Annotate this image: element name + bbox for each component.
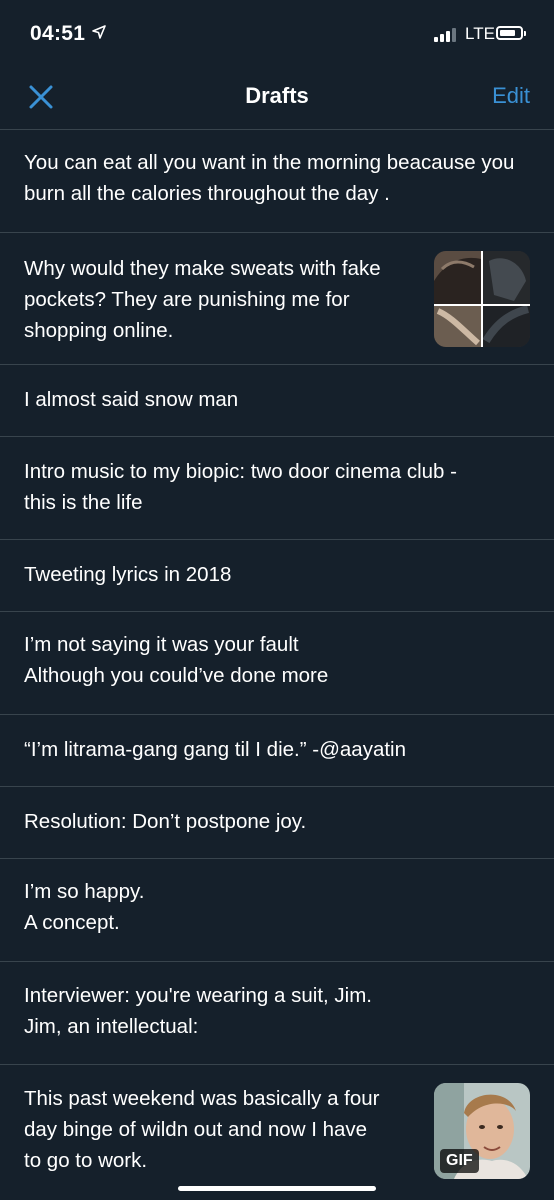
draft-item[interactable]: I’m not saying it was your fault Althoug… bbox=[0, 612, 554, 715]
draft-item[interactable]: Why would they make sweats with fake poc… bbox=[0, 233, 554, 365]
draft-text: Intro music to my biopic: two door cinem… bbox=[24, 460, 457, 514]
status-time: 04:51 bbox=[30, 22, 86, 45]
status-bar: 04:51 LTE bbox=[0, 0, 554, 62]
network-type: LTE bbox=[465, 24, 495, 43]
draft-item[interactable]: I’m so happy. A concept. bbox=[0, 859, 554, 962]
home-indicator[interactable] bbox=[178, 1186, 376, 1191]
draft-item[interactable]: This past weekend was basically a four d… bbox=[0, 1065, 554, 1197]
draft-photo-thumbnail bbox=[434, 251, 530, 347]
draft-gif-thumbnail: GIF bbox=[434, 1083, 530, 1179]
draft-item[interactable]: Intro music to my biopic: two door cinem… bbox=[0, 437, 554, 540]
draft-text: I almost said snow man bbox=[24, 388, 239, 411]
draft-text: Interviewer: you're wearing a suit, Jim.… bbox=[24, 984, 372, 1038]
draft-text: You can eat all you want in the morning … bbox=[24, 151, 515, 205]
draft-item[interactable]: Interviewer: you're wearing a suit, Jim.… bbox=[0, 962, 554, 1065]
draft-text: I’m so happy. A concept. bbox=[24, 880, 145, 934]
page-title: Drafts bbox=[245, 83, 309, 108]
draft-text: Resolution: Don’t postpone joy. bbox=[24, 810, 307, 833]
draft-item[interactable]: You can eat all you want in the morning … bbox=[0, 130, 554, 233]
photo-icon bbox=[434, 251, 530, 347]
drafts-list: You can eat all you want in the morning … bbox=[0, 130, 554, 1197]
signal-bars-icon bbox=[434, 28, 464, 42]
edit-button[interactable]: Edit bbox=[492, 83, 530, 109]
draft-item[interactable]: I almost said snow man bbox=[0, 365, 554, 437]
draft-text: “I’m litrama-gang gang til I die.” -@aay… bbox=[24, 738, 406, 761]
draft-item[interactable]: Resolution: Don’t postpone joy. bbox=[0, 787, 554, 859]
draft-item[interactable]: Tweeting lyrics in 2018 bbox=[0, 540, 554, 612]
location-arrow-icon bbox=[92, 25, 106, 39]
draft-text: I’m not saying it was your fault Althoug… bbox=[24, 633, 329, 687]
draft-item[interactable]: “I’m litrama-gang gang til I die.” -@aay… bbox=[0, 715, 554, 787]
draft-text: Tweeting lyrics in 2018 bbox=[24, 563, 232, 586]
gif-badge: GIF bbox=[440, 1149, 479, 1173]
battery-icon bbox=[496, 26, 526, 40]
nav-bar: Drafts Edit bbox=[0, 62, 554, 130]
